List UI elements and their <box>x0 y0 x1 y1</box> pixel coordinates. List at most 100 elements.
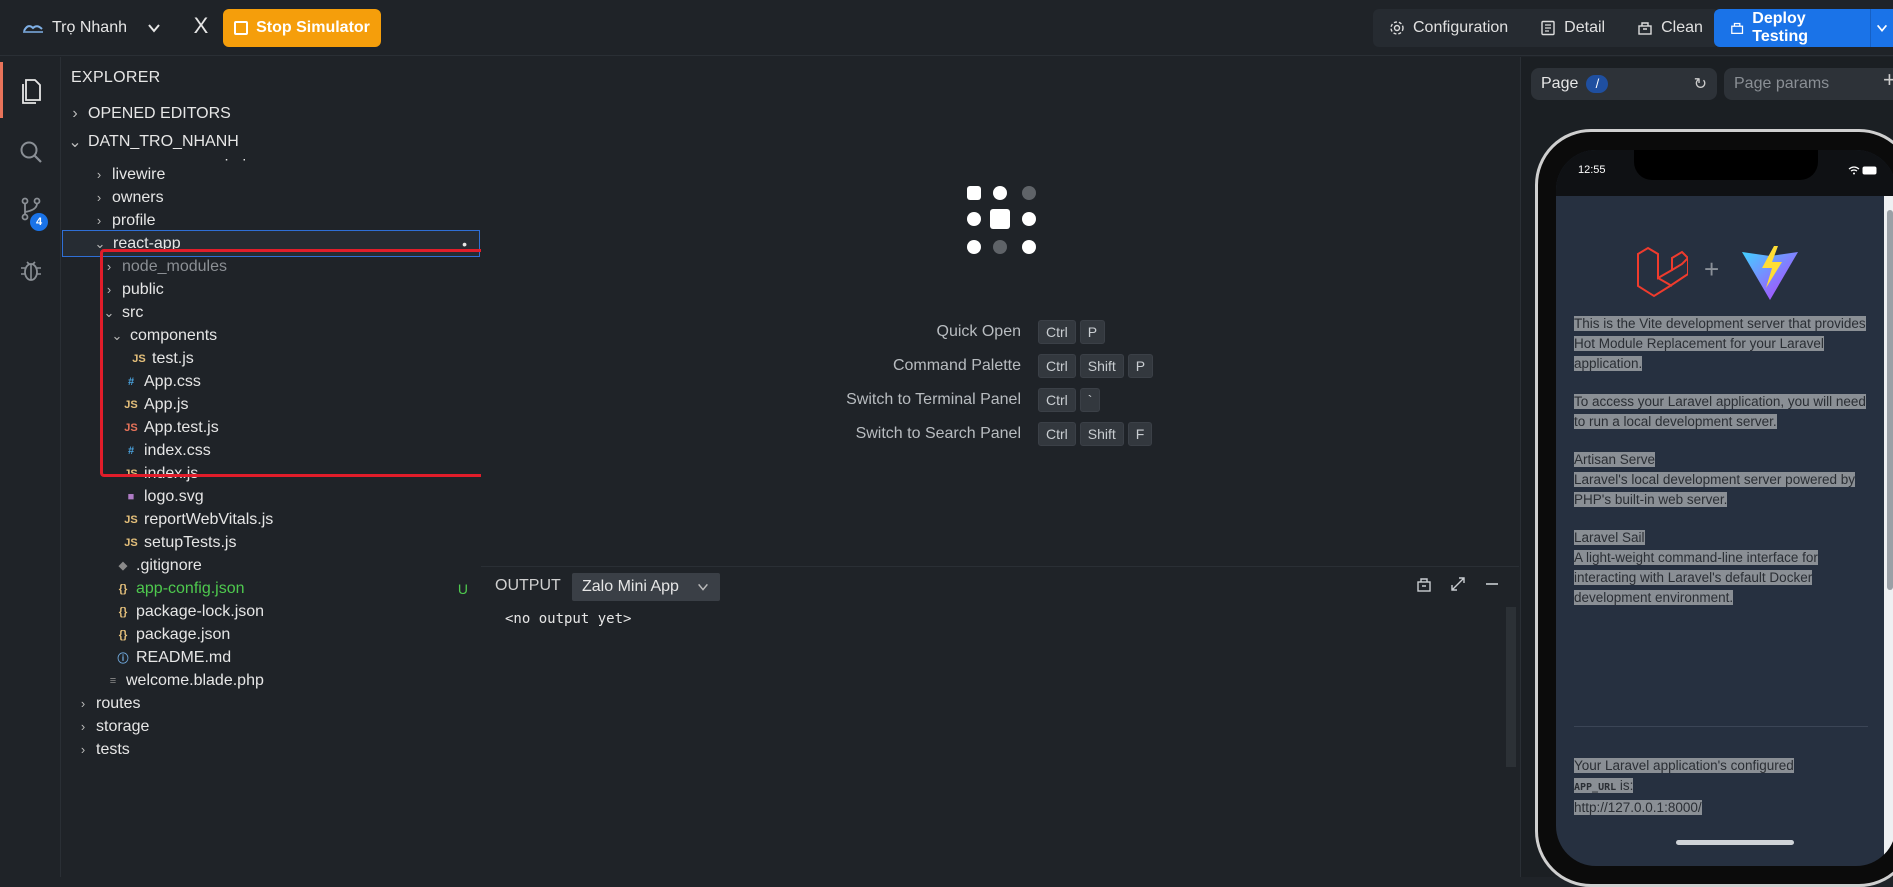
phone-status-bar: 12:55 <box>1556 150 1893 196</box>
source-control-activity[interactable]: 4 <box>0 181 61 237</box>
add-param-icon[interactable]: + <box>1883 67 1893 93</box>
tree-item-label: app-config.json <box>136 579 245 597</box>
wifi-battery-icon <box>1848 166 1877 175</box>
detail-button[interactable]: Detail <box>1524 9 1622 47</box>
keycap: Ctrl <box>1038 354 1076 378</box>
app-logo-icon <box>967 186 1036 254</box>
phone-frame: 12:55 + This is the Vite development ser… <box>1535 129 1893 887</box>
status-clock: 12:55 <box>1578 164 1606 176</box>
project-label: DATN_TRO_NHANH <box>88 133 239 150</box>
top-toolbar: Trọ Nhanh X Stop Simulator Configuration… <box>0 0 1893 56</box>
deploy-options-button[interactable] <box>1869 9 1893 47</box>
clear-output-icon[interactable] <box>1415 575 1433 593</box>
cloud-logo-icon <box>23 25 43 33</box>
output-scrollbar[interactable] <box>1506 607 1516 767</box>
tree-item-label: README.md <box>136 648 232 666</box>
output-panel: OUTPUT Zalo Mini App <no output yet> <box>481 566 1519 877</box>
shortcut-label: Switch to Search Panel <box>855 425 1021 442</box>
chevron-right-icon: › <box>80 696 86 711</box>
sail-title: Laravel Sail <box>1574 530 1645 545</box>
opened-editors-label: OPENED EDITORS <box>88 105 231 122</box>
output-channel-select[interactable]: Zalo Mini App <box>572 573 720 601</box>
gear-icon <box>1390 21 1404 35</box>
intro-text: This is the Vite development server that… <box>1574 316 1866 371</box>
keycap: Ctrl <box>1038 388 1076 412</box>
chevron-right-icon: › <box>72 105 78 122</box>
tree-item-label: setupTests.js <box>144 533 237 551</box>
deploy-testing-label: Deploy Testing <box>1752 10 1808 45</box>
deploy-testing-button[interactable]: Deploy Testing <box>1714 9 1870 47</box>
tree-item-label: reportWebVitals.js <box>144 510 274 528</box>
page-params-input[interactable]: Page params <box>1724 68 1893 100</box>
debug-activity[interactable] <box>0 242 61 298</box>
deploy-icon <box>1731 22 1744 34</box>
clean-button[interactable]: Clean <box>1621 9 1719 47</box>
svg-file-icon: ■ <box>127 490 135 503</box>
output-tab[interactable]: OUTPUT <box>495 577 561 595</box>
page-label: Page <box>1541 75 1579 92</box>
webview-scrollbar-thumb[interactable] <box>1887 210 1893 590</box>
app-url-paragraph: Your Laravel application's configured APP… <box>1574 756 1874 818</box>
minimize-icon[interactable] <box>1483 575 1501 593</box>
stop-simulator-button[interactable]: Stop Simulator <box>223 9 381 47</box>
configuration-button[interactable]: Configuration <box>1373 9 1525 47</box>
panel-actions <box>1415 575 1501 593</box>
sail-paragraph: Laravel Sail A light-weight command-line … <box>1574 528 1874 608</box>
tree-item-label: package.json <box>136 625 231 643</box>
keycap: F <box>1127 422 1153 446</box>
stop-simulator-label: Stop Simulator <box>256 19 370 36</box>
activity-bar: 4 <box>0 57 61 877</box>
laravel-logo-icon <box>1637 246 1688 298</box>
shortcut-row: Command Palette Ctrl Shift P <box>481 353 1519 379</box>
js-file-icon: JS <box>124 513 138 526</box>
close-button[interactable]: X <box>186 12 216 42</box>
app-url-value[interactable]: http://127.0.0.1:8000/ <box>1574 800 1702 815</box>
deploy-group: Deploy Testing <box>1714 9 1893 47</box>
tree-folder[interactable]: › tests <box>62 736 480 763</box>
app-selector[interactable]: Trọ Nhanh <box>12 10 172 46</box>
access-text: To access your Laravel application, you … <box>1574 394 1866 429</box>
clean-icon <box>1638 22 1652 35</box>
chevron-right-icon: › <box>80 719 86 734</box>
sail-body: A light-weight command-line interface fo… <box>1574 550 1818 605</box>
phone-notch <box>1634 150 1818 180</box>
shortcut-label: Command Palette <box>892 357 1021 374</box>
page-path-badge: / <box>1586 75 1609 93</box>
chevron-right-icon: › <box>96 167 102 182</box>
tree-item-label: .gitignore <box>136 556 202 574</box>
chevron-right-icon: › <box>96 213 102 228</box>
opened-editors-section[interactable]: › OPENED EDITORS <box>62 101 480 127</box>
tree-item-label: owners <box>112 188 164 206</box>
chevron-down-icon <box>1876 24 1887 32</box>
keycap: Shift <box>1079 354 1124 378</box>
page-selector[interactable]: Page / ↻ <box>1531 68 1717 100</box>
keycap: P <box>1079 320 1106 344</box>
json-file-icon: {} <box>118 628 128 641</box>
files-icon <box>22 79 41 104</box>
document-icon <box>1541 20 1555 36</box>
maximize-icon[interactable] <box>1449 575 1467 593</box>
home-indicator <box>1676 840 1794 845</box>
vite-logo-icon <box>1742 246 1798 300</box>
project-section[interactable]: ⌄ DATN_TRO_NHANH <box>62 129 480 155</box>
toolbar-actions: Configuration Detail Clean <box>1373 9 1719 47</box>
intro-paragraph: This is the Vite development server that… <box>1574 314 1874 374</box>
tree-item-label: livewire <box>112 165 166 183</box>
search-activity[interactable] <box>0 124 61 180</box>
chevron-down-icon <box>698 583 708 591</box>
access-paragraph: To access your Laravel application, you … <box>1574 392 1874 432</box>
editor-area: Quick Open Ctrl P Command Palette Ctrl Shift P… <box>481 57 1519 565</box>
json-file-icon: {} <box>118 605 128 618</box>
app-url-code: APP_URL <box>1574 782 1617 793</box>
keycap: ` <box>1079 388 1101 412</box>
keycap: P <box>1127 354 1154 378</box>
explorer-activity[interactable] <box>0 62 61 118</box>
tree-item-label: tests <box>96 740 130 758</box>
output-text: <no output yet> <box>505 611 632 627</box>
artisan-title: Artisan Serve <box>1574 452 1656 467</box>
chevron-down-icon <box>148 24 160 33</box>
configuration-label: Configuration <box>1413 19 1509 36</box>
plus-sign: + <box>1704 254 1720 284</box>
refresh-icon[interactable]: ↻ <box>1694 74 1707 94</box>
artisan-body: Laravel's local development server power… <box>1574 472 1855 507</box>
